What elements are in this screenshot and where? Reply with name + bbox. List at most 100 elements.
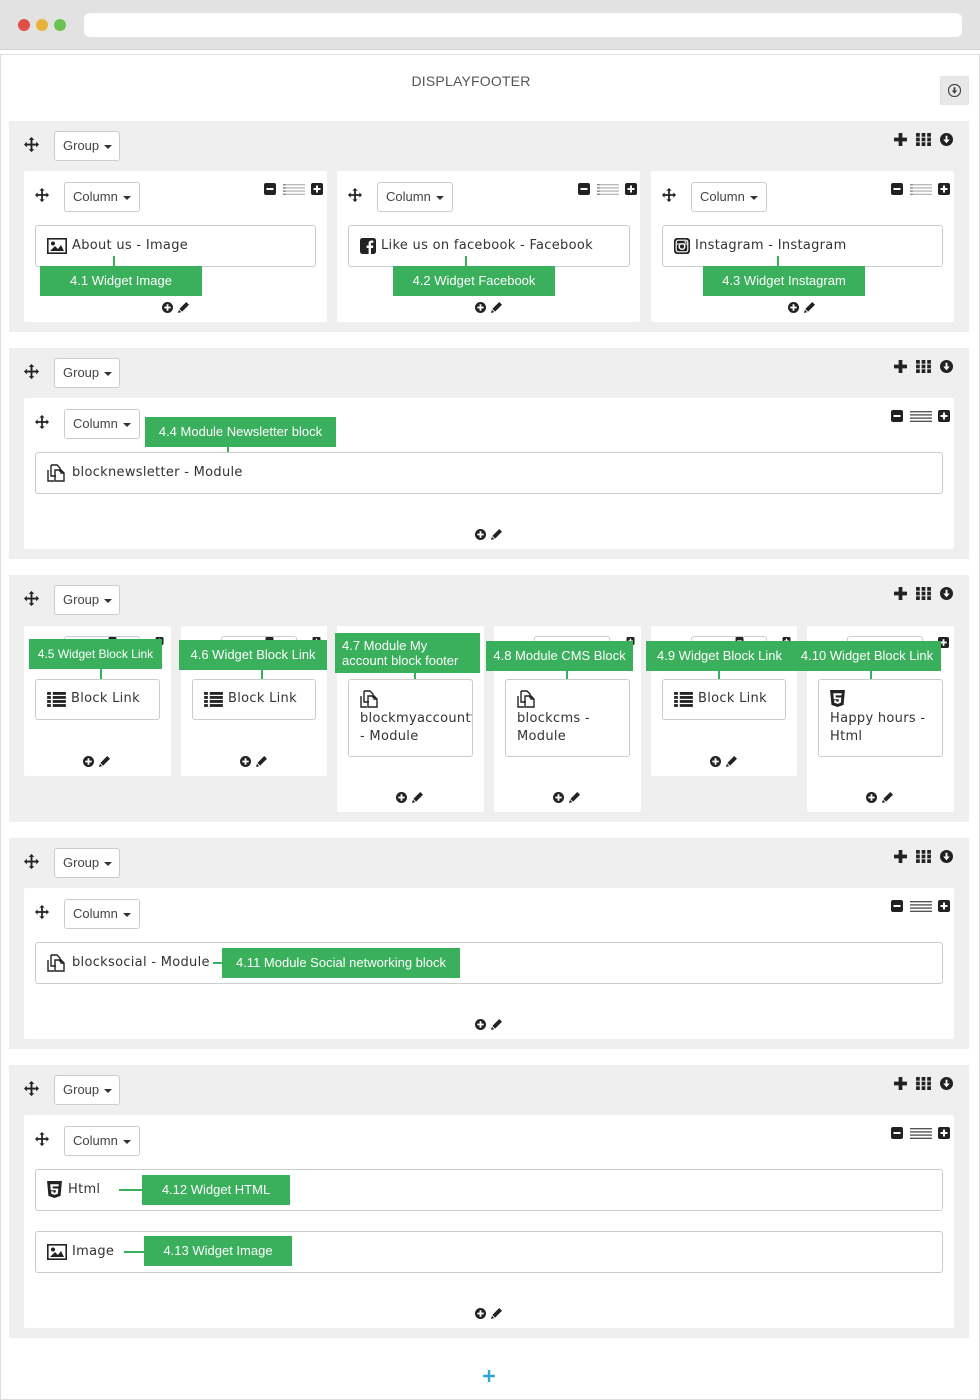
move-icon[interactable] [35, 905, 49, 919]
add-circle-icon[interactable] [396, 792, 407, 803]
pencil-icon[interactable] [178, 302, 189, 313]
pencil-icon[interactable] [491, 1019, 502, 1030]
add-circle-icon[interactable] [710, 756, 721, 767]
pencil-icon[interactable] [804, 302, 815, 313]
column-dropdown-button[interactable]: Column [64, 182, 140, 212]
grid-icon[interactable] [916, 850, 931, 863]
column-dropdown-button[interactable]: Column [64, 1126, 140, 1156]
plus-icon[interactable] [894, 850, 907, 863]
group-dropdown-button[interactable]: Group [54, 131, 120, 161]
lines-icon[interactable] [909, 184, 933, 195]
add-circle-icon[interactable] [788, 302, 799, 313]
column-1[interactable]: Column 4.4 Module Newsletter block block… [24, 398, 954, 549]
column-1[interactable]: 4.5 Widget Block Link Block Link [24, 626, 171, 776]
widget-facebook[interactable]: Like us on facebook - Facebook [348, 225, 630, 267]
plus-box-icon[interactable] [938, 1127, 950, 1139]
widget-newsletter-module[interactable]: blocknewsletter - Module [35, 452, 943, 494]
plus-icon[interactable] [894, 1077, 907, 1090]
add-circle-icon[interactable] [553, 792, 564, 803]
grid-icon[interactable] [916, 587, 931, 600]
plus-box-icon[interactable] [938, 410, 950, 422]
add-circle-icon[interactable] [475, 302, 486, 313]
plus-icon[interactable] [894, 587, 907, 600]
column-5[interactable]: 4.9 Widget Block Link Block Link [646, 626, 797, 776]
pencil-icon[interactable] [882, 792, 893, 803]
move-icon[interactable] [24, 1081, 39, 1096]
widget-instagram[interactable]: Instagram - Instagram [662, 225, 943, 267]
add-group-icon[interactable] [482, 1369, 496, 1383]
add-circle-icon[interactable] [162, 302, 173, 313]
minus-icon[interactable] [264, 183, 276, 195]
column-dropdown-button[interactable]: Column [691, 182, 767, 212]
column-dropdown-button[interactable]: Column [377, 182, 453, 212]
widget-image[interactable]: About us - Image [35, 225, 316, 267]
minus-icon[interactable] [891, 900, 903, 912]
address-bar[interactable] [84, 13, 962, 37]
lines-icon[interactable] [596, 184, 620, 195]
collapse-icon[interactable] [940, 133, 953, 146]
column-1[interactable]: Column Html 4.12 Widget HTML Image 4.13 … [24, 1115, 954, 1328]
minus-icon[interactable] [578, 183, 590, 195]
column-3[interactable]: Column Instagram - Instagram 4.3 Widget … [651, 171, 954, 322]
group-dropdown-button[interactable]: Group [54, 358, 120, 388]
add-circle-icon[interactable] [240, 756, 251, 767]
move-icon[interactable] [35, 188, 49, 202]
widget-block-link[interactable]: Block Link [662, 679, 786, 720]
pencil-icon[interactable] [99, 756, 110, 767]
column-3[interactable]: 4.7 Module My account block footer block… [335, 626, 484, 812]
column-2[interactable]: 4.6 Widget Block Link Block Link [179, 626, 327, 776]
add-circle-icon[interactable] [475, 1019, 486, 1030]
pencil-icon[interactable] [491, 1308, 502, 1319]
close-window-dot[interactable] [18, 19, 30, 31]
move-icon[interactable] [35, 415, 49, 429]
grid-icon[interactable] [916, 360, 931, 373]
group-5[interactable]: Group Column Html 4.12 Widget HTML Image… [9, 1065, 969, 1338]
plus-box-icon[interactable] [938, 900, 950, 912]
collapse-icon[interactable] [940, 1077, 953, 1090]
minimize-window-dot[interactable] [36, 19, 48, 31]
maximize-window-dot[interactable] [54, 19, 66, 31]
widget-html[interactable]: Happy hours - Html [818, 679, 943, 757]
lines-icon[interactable] [909, 1128, 933, 1139]
pencil-icon[interactable] [569, 792, 580, 803]
pencil-icon[interactable] [412, 792, 423, 803]
collapse-all-button[interactable] [940, 76, 969, 105]
collapse-icon[interactable] [940, 360, 953, 373]
widget-block-link[interactable]: Block Link [192, 679, 316, 720]
widget-social-module[interactable]: blocksocial - Module [35, 942, 943, 984]
add-circle-icon[interactable] [475, 1308, 486, 1319]
minus-icon[interactable] [891, 410, 903, 422]
widget-block-link[interactable]: Block Link [35, 679, 160, 720]
group-1[interactable]: Group Column About us - Image 4.1 Widget… [9, 121, 969, 332]
pencil-icon[interactable] [491, 529, 502, 540]
column-1[interactable]: Column blocksocial - Module 4.11 Module … [24, 888, 954, 1039]
pencil-icon[interactable] [256, 756, 267, 767]
minus-icon[interactable] [891, 183, 903, 195]
column-dropdown-button[interactable]: Column [64, 409, 140, 439]
add-circle-icon[interactable] [866, 792, 877, 803]
move-icon[interactable] [24, 364, 39, 379]
lines-icon[interactable] [909, 411, 933, 422]
widget-cms-module[interactable]: blockcms - Module [505, 679, 630, 757]
column-6[interactable]: 4.10 Widget Block Link Happy hours - Htm… [793, 626, 954, 812]
widget-myaccount-module[interactable]: blockmyaccountfooter - Module [348, 679, 473, 757]
group-3[interactable]: Group 4.5 Widget Block Link Block Link 4… [9, 575, 969, 822]
plus-icon[interactable] [894, 133, 907, 146]
collapse-icon[interactable] [940, 587, 953, 600]
group-2[interactable]: Group Column 4.4 Module Newsletter block… [9, 348, 969, 559]
move-icon[interactable] [24, 854, 39, 869]
move-icon[interactable] [662, 188, 676, 202]
pencil-icon[interactable] [491, 302, 502, 313]
pencil-icon[interactable] [726, 756, 737, 767]
group-4[interactable]: Group Column blocksocial - Module 4.11 M… [9, 838, 969, 1049]
group-dropdown-button[interactable]: Group [54, 585, 120, 615]
column-1[interactable]: Column About us - Image 4.1 Widget Image [24, 171, 327, 322]
move-icon[interactable] [348, 188, 362, 202]
plus-box-icon[interactable] [938, 183, 950, 195]
plus-box-icon[interactable] [625, 183, 637, 195]
group-dropdown-button[interactable]: Group [54, 848, 120, 878]
minus-icon[interactable] [891, 1127, 903, 1139]
move-icon[interactable] [24, 137, 39, 152]
lines-icon[interactable] [282, 184, 306, 195]
column-2[interactable]: Column Like us on facebook - Facebook 4.… [337, 171, 640, 322]
